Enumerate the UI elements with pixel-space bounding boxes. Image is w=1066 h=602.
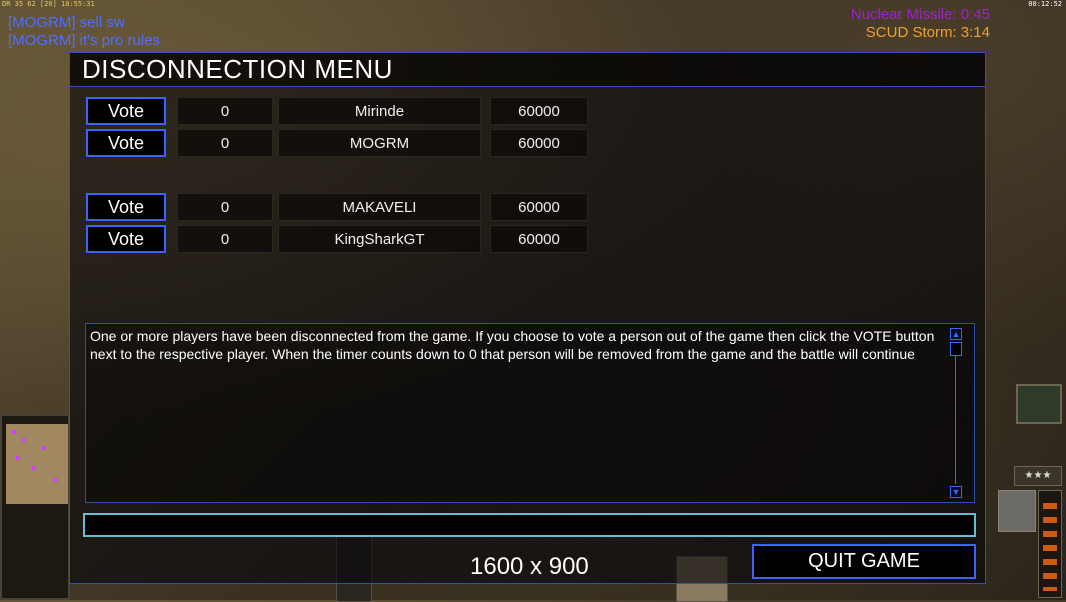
minimap-unit-dot (54, 478, 58, 482)
disconnect-message: One or more players have been disconnect… (90, 328, 935, 362)
player-name: MAKAVELI (278, 193, 481, 221)
gauge-segment (1043, 531, 1057, 537)
message-box: One or more players have been disconnect… (85, 323, 975, 503)
gauge-segment (1043, 517, 1057, 523)
quit-game-button[interactable]: QUIT GAME (752, 544, 976, 579)
power-gauge (1038, 490, 1062, 598)
minimap-unit-dot (22, 438, 26, 442)
nuclear-missile-timer: Nuclear Missile: 0:45 (850, 6, 990, 23)
gauge-segment (1043, 573, 1057, 579)
gauge-segment (1043, 545, 1057, 551)
scroll-track[interactable] (955, 356, 956, 484)
vote-count: 0 (177, 193, 273, 221)
gauge-segment (1043, 503, 1057, 509)
chat-input[interactable] (83, 513, 976, 537)
player-timer: 60000 (490, 129, 588, 157)
vote-button[interactable]: Vote (86, 193, 166, 221)
chat-message: [MOGRM] sell sw (8, 14, 125, 31)
gauge-segment (1043, 559, 1057, 565)
dialog-title: DISCONNECTION MENU (82, 54, 393, 84)
message-scrollbar[interactable]: ▲ ▼ (950, 328, 962, 498)
player-timer: 60000 (490, 225, 588, 253)
disconnection-dialog: DISCONNECTION MENU Vote 0 Mirinde 60000 … (69, 52, 986, 584)
chat-log: [MOGRM] sell sw [MOGRM] it's pro rules (8, 14, 160, 50)
chat-message: [MOGRM] it's pro rules (8, 32, 161, 49)
vote-count: 0 (177, 225, 273, 253)
player-timer: 60000 (490, 193, 588, 221)
minimap-unit-dot (32, 466, 36, 470)
minimap-terrain (6, 424, 68, 504)
hud-stats-readout: DR 35 62 [20] 18:55:31 (2, 0, 95, 8)
vote-button[interactable]: Vote (86, 225, 166, 253)
unit-portrait-card[interactable] (1016, 384, 1062, 424)
superweapon-timers: Nuclear Missile: 0:45 SCUD Storm: 3:14 (851, 6, 990, 42)
player-name: MOGRM (278, 129, 481, 157)
gauge-segment (1043, 587, 1057, 591)
scud-storm-timer: SCUD Storm: 3:14 (865, 24, 990, 41)
vote-button[interactable]: Vote (86, 97, 166, 125)
title-divider (70, 86, 985, 87)
player-name: Mirinde (278, 97, 481, 125)
minimap-unit-dot (12, 430, 16, 434)
minimap-unit-dot (42, 446, 46, 450)
minimap[interactable] (0, 414, 70, 600)
general-portrait[interactable] (998, 490, 1036, 532)
player-timer: 60000 (490, 97, 588, 125)
scroll-thumb[interactable] (950, 342, 962, 356)
rank-stars: ★★★ (1014, 466, 1062, 486)
vote-count: 0 (177, 129, 273, 157)
game-clock: 00:12:52 (1028, 0, 1062, 8)
vote-count: 0 (177, 97, 273, 125)
player-name: KingSharkGT (278, 225, 481, 253)
scroll-up-arrow-icon[interactable]: ▲ (950, 328, 962, 340)
vote-button[interactable]: Vote (86, 129, 166, 157)
resolution-label: 1600 x 900 (470, 553, 589, 580)
minimap-unit-dot (16, 456, 20, 460)
scroll-down-arrow-icon[interactable]: ▼ (950, 486, 962, 498)
